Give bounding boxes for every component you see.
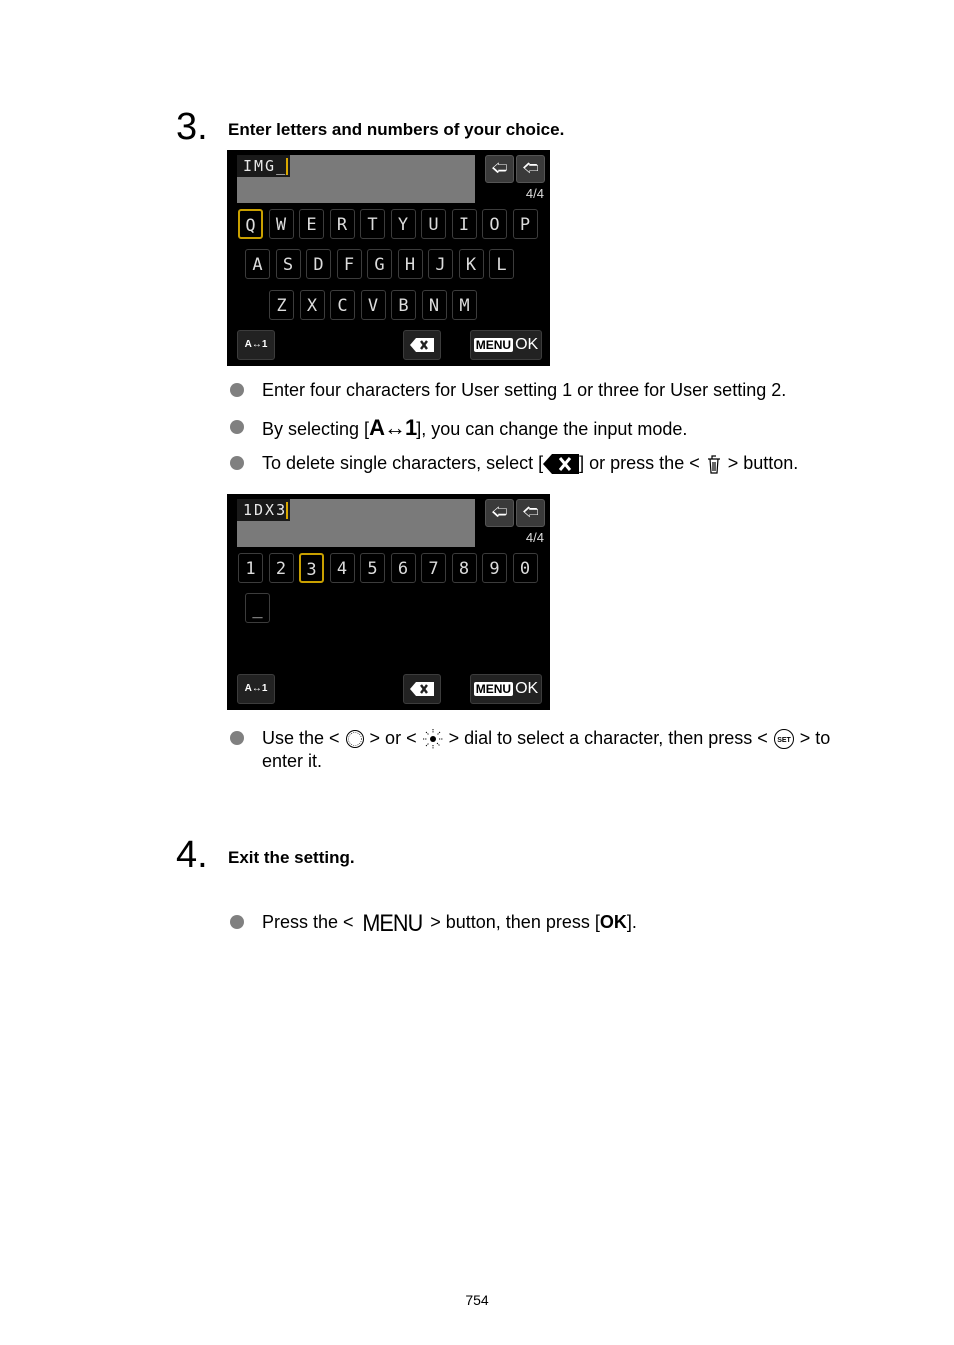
step-title-4: Exit the setting. bbox=[228, 848, 355, 867]
char-position: 4/4 bbox=[525, 530, 544, 545]
cursor-right-button[interactable]: 🢢 bbox=[516, 155, 545, 183]
bullet-item: To delete single characters, select [] o… bbox=[230, 452, 872, 475]
key-w[interactable]: W bbox=[268, 209, 294, 239]
ok-label: OK bbox=[515, 680, 539, 697]
key-g[interactable]: G bbox=[367, 249, 392, 279]
cursor-left-button[interactable]: 🢠 bbox=[485, 155, 514, 183]
key-f[interactable]: F bbox=[336, 249, 362, 279]
key-b[interactable]: B bbox=[391, 290, 416, 320]
bullet-text: Use the < > or < > dial to select a char… bbox=[262, 728, 831, 772]
delete-button[interactable] bbox=[403, 330, 441, 360]
arrow-left-icon: 🢠 bbox=[491, 504, 508, 521]
backspace-icon bbox=[410, 682, 434, 696]
trash-icon bbox=[707, 455, 720, 474]
key-e[interactable]: E bbox=[299, 209, 324, 239]
key-n[interactable]: N bbox=[421, 290, 447, 320]
backspace-icon bbox=[410, 338, 434, 352]
backspace-icon bbox=[543, 454, 580, 475]
multi-controller-icon bbox=[422, 729, 443, 750]
key-o[interactable]: O bbox=[482, 209, 507, 239]
set-button-icon: SET bbox=[773, 729, 794, 750]
delete-button[interactable] bbox=[403, 674, 441, 704]
key-j[interactable]: J bbox=[428, 249, 453, 279]
key-0[interactable]: 0 bbox=[512, 553, 538, 583]
key-d[interactable]: D bbox=[306, 249, 331, 279]
char-position: 4/4 bbox=[525, 186, 544, 201]
input-mode-button[interactable]: A↔1 bbox=[237, 330, 275, 360]
key-u[interactable]: U bbox=[421, 209, 446, 239]
bullet-dot bbox=[230, 731, 244, 745]
key-underscore[interactable]: _ bbox=[245, 593, 270, 623]
bullet-dot bbox=[230, 456, 244, 470]
menu-ok-button[interactable]: MENU OK bbox=[470, 674, 542, 704]
step-number-4: 4. bbox=[176, 834, 208, 876]
svg-text:SET: SET bbox=[777, 737, 791, 744]
key-2[interactable]: 2 bbox=[268, 553, 294, 583]
key-s[interactable]: S bbox=[275, 249, 301, 279]
step-number-3: 3. bbox=[176, 106, 208, 148]
ok-label: OK bbox=[599, 912, 627, 932]
text-caret bbox=[286, 502, 289, 519]
key-1[interactable]: 1 bbox=[238, 553, 263, 583]
bullet-text: Enter four characters for User setting 1… bbox=[262, 380, 787, 400]
cursor-right-button[interactable]: 🢢 bbox=[516, 499, 545, 527]
key-p[interactable]: P bbox=[512, 209, 538, 239]
key-c[interactable]: C bbox=[330, 290, 355, 320]
keyboard-screen-letters: IMG_ 🢠 🢢 4/4 QWERTYUIOPASDFGHJKLZXCVBNM … bbox=[227, 150, 550, 366]
arrow-right-icon: 🢢 bbox=[522, 160, 539, 177]
bullet-dot bbox=[230, 915, 244, 929]
key-h[interactable]: H bbox=[397, 249, 423, 279]
key-m[interactable]: M bbox=[452, 290, 477, 320]
bullet-item: Use the < > or < > dial to select a char… bbox=[230, 727, 872, 773]
text-input-value: IMG_ bbox=[237, 155, 291, 177]
bullet-text: To delete single characters, select [] o… bbox=[262, 452, 872, 475]
key-8[interactable]: 8 bbox=[451, 553, 477, 583]
arrow-right-icon: 🢢 bbox=[522, 504, 539, 521]
key-i[interactable]: I bbox=[451, 209, 477, 239]
key-k[interactable]: K bbox=[458, 249, 484, 279]
cursor-left-button[interactable]: 🢠 bbox=[485, 499, 514, 527]
bullet-item: Enter four characters for User setting 1… bbox=[230, 379, 872, 402]
menu-label: MENU bbox=[473, 338, 514, 352]
keyboard-screen-numbers: 1DX3 🢠 🢢 4/4 1 2 3 4 5 6 7 8 9 0 _ A↔1 MENU OK bbox=[227, 494, 550, 710]
bullet-item: By selecting [A↔1], you can change the i… bbox=[230, 416, 872, 441]
bullet-dot bbox=[230, 383, 244, 397]
page-number: 754 bbox=[465, 1292, 489, 1308]
key-4[interactable]: 4 bbox=[329, 553, 355, 583]
key-y[interactable]: Y bbox=[390, 209, 416, 239]
menu-ok-button[interactable]: MENU OK bbox=[470, 330, 542, 360]
key-7[interactable]: 7 bbox=[421, 553, 446, 583]
quick-control-dial-icon bbox=[345, 730, 364, 749]
menu-label: MENU bbox=[473, 682, 514, 696]
key-v[interactable]: V bbox=[360, 290, 386, 320]
menu-button-icon: MENU bbox=[361, 909, 423, 937]
key-t[interactable]: T bbox=[360, 209, 385, 239]
bullet-text: By selecting [A↔1], you can change the i… bbox=[262, 415, 688, 440]
key-3[interactable]: 3 bbox=[299, 553, 324, 583]
key-x[interactable]: X bbox=[299, 290, 325, 320]
key-l[interactable]: L bbox=[489, 249, 514, 279]
arrow-left-icon: 🢠 bbox=[491, 160, 508, 177]
key-r[interactable]: R bbox=[329, 209, 355, 239]
key-9[interactable]: 9 bbox=[482, 553, 507, 583]
bullet-dot bbox=[230, 420, 244, 434]
text-input-value: 1DX3 bbox=[237, 499, 291, 521]
input-mode-icon: A↔1 bbox=[369, 415, 417, 440]
input-mode-button[interactable]: A↔1 bbox=[237, 674, 275, 704]
text-caret bbox=[286, 158, 289, 175]
step-title-3: Enter letters and numbers of your choice… bbox=[228, 120, 565, 139]
key-q[interactable]: Q bbox=[238, 209, 263, 239]
key-5[interactable]: 5 bbox=[360, 553, 385, 583]
key-a[interactable]: A bbox=[245, 249, 270, 279]
bullet-text: Press the < MENU > button, then press [O… bbox=[262, 909, 637, 937]
ok-label: OK bbox=[515, 336, 539, 353]
key-6[interactable]: 6 bbox=[390, 553, 416, 583]
key-z[interactable]: Z bbox=[269, 290, 294, 320]
bullet-item: Press the < MENU > button, then press [O… bbox=[230, 911, 872, 935]
